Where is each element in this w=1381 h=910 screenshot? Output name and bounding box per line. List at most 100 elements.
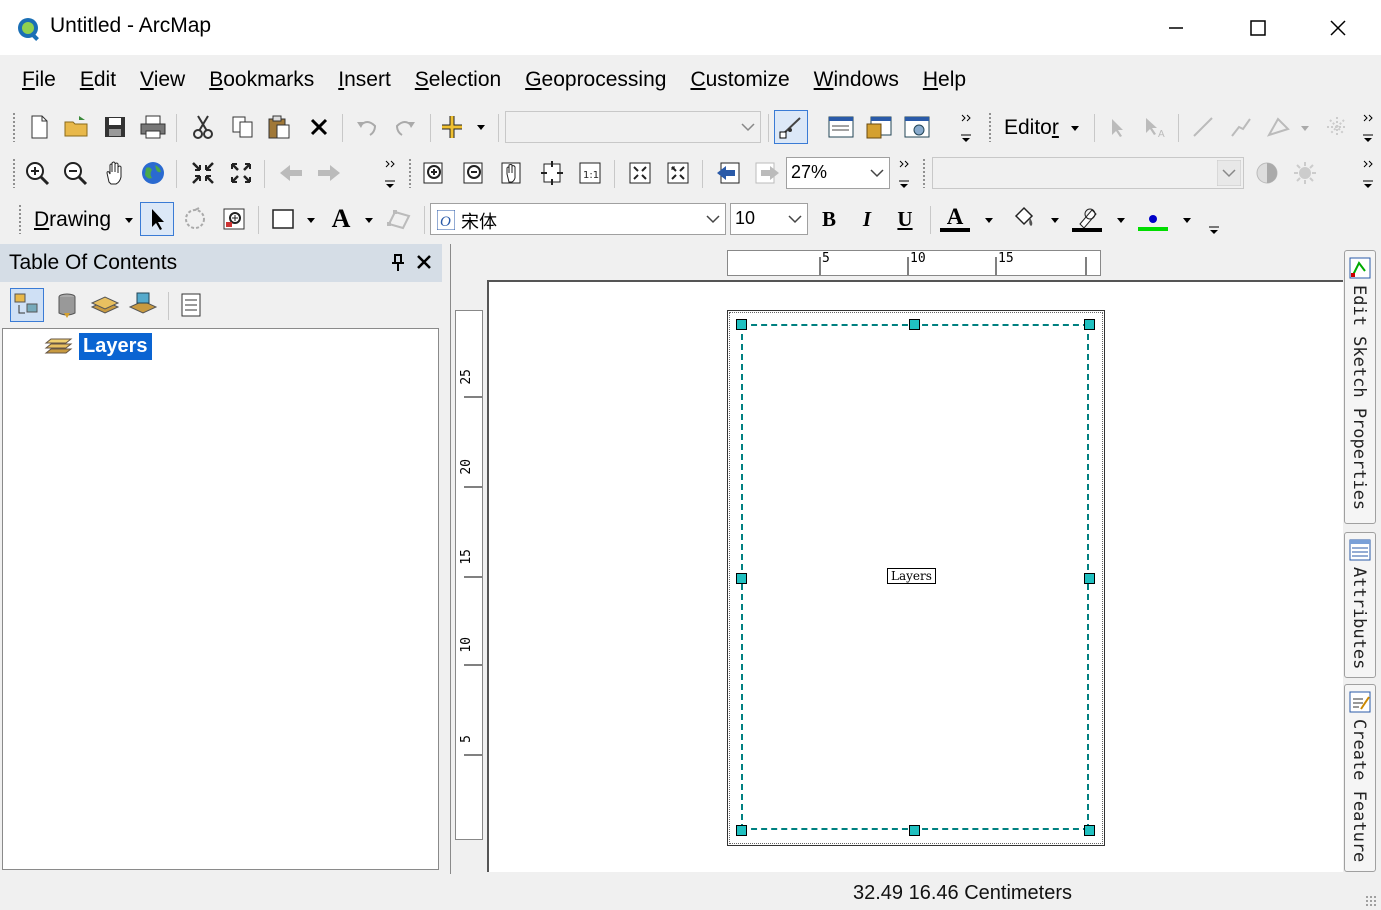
toolbar-overflow-button[interactable] <box>896 153 912 193</box>
new-document-button[interactable] <box>22 110 56 144</box>
close-icon[interactable] <box>416 254 432 270</box>
toolbar-grip[interactable] <box>12 158 16 188</box>
list-by-drawing-order-tab[interactable] <box>10 288 44 322</box>
zoom-100-percent-button[interactable]: 1:1 <box>574 156 608 190</box>
maximize-button[interactable] <box>1230 10 1286 46</box>
toolbar-overflow-button[interactable] <box>382 153 398 193</box>
menu-geoprocessing[interactable]: Geoprocessing <box>513 68 678 92</box>
toolbar-grip[interactable] <box>408 158 412 188</box>
attributes-tab[interactable]: Attributes <box>1344 532 1376 678</box>
delete-button[interactable] <box>302 110 336 144</box>
toolbar-overflow-button[interactable] <box>1360 153 1376 193</box>
line-color-button[interactable] <box>1070 202 1104 236</box>
back-extent-button[interactable] <box>274 156 308 190</box>
fixed-zoom-in-layout-button[interactable] <box>624 156 658 190</box>
edit-vertices-button[interactable] <box>382 202 416 236</box>
trace-button[interactable] <box>1224 110 1258 144</box>
fixed-zoom-in-button[interactable] <box>186 156 220 190</box>
brightness-button[interactable] <box>1288 156 1322 190</box>
pin-icon[interactable] <box>390 253 406 273</box>
menu-insert[interactable]: Insert <box>326 68 403 92</box>
resize-handle[interactable] <box>736 319 747 330</box>
chevron-down-icon[interactable] <box>476 124 486 132</box>
new-rectangle-button[interactable] <box>266 202 300 236</box>
list-by-selection-tab[interactable] <box>126 288 160 322</box>
straight-segment-button[interactable] <box>1186 110 1220 144</box>
layer-combo[interactable] <box>932 157 1244 189</box>
minimize-button[interactable] <box>1148 10 1204 46</box>
toolbar-overflow-button[interactable] <box>958 107 974 147</box>
catalog-window-button[interactable] <box>862 110 896 144</box>
toc-options-button[interactable] <box>174 288 208 322</box>
font-size-combo[interactable]: 10 <box>730 203 808 235</box>
layout-zoom-in-button[interactable] <box>418 156 452 190</box>
fixed-zoom-out-layout-button[interactable] <box>662 156 696 190</box>
drawing-menu[interactable]: Drawing <box>34 208 111 232</box>
open-button[interactable] <box>60 110 94 144</box>
layout-page-canvas[interactable]: Layers <box>487 280 1343 872</box>
menu-edit[interactable]: Edit <box>68 68 128 92</box>
editor-menu[interactable]: Editor <box>1004 116 1059 140</box>
resize-handle[interactable] <box>736 825 747 836</box>
data-frame-layers[interactable]: Layers <box>79 333 152 360</box>
list-by-source-tab[interactable] <box>50 288 84 322</box>
new-text-button[interactable]: A <box>324 202 358 236</box>
zoom-to-selected-button[interactable] <box>218 202 252 236</box>
add-data-button[interactable] <box>438 110 472 144</box>
resize-handle[interactable] <box>909 319 920 330</box>
marker-color-button[interactable] <box>1136 202 1170 236</box>
save-button[interactable] <box>98 110 132 144</box>
table-of-contents-button[interactable] <box>824 110 858 144</box>
menu-windows[interactable]: Windows <box>802 68 911 92</box>
toolbar-grip[interactable] <box>12 112 16 142</box>
resize-handle[interactable] <box>1084 319 1095 330</box>
resize-handle[interactable] <box>736 573 747 584</box>
menu-view[interactable]: View <box>128 68 197 92</box>
underline-button[interactable]: U <box>888 202 922 236</box>
list-by-visibility-tab[interactable] <box>88 288 122 322</box>
font-color-button[interactable]: A <box>938 202 972 236</box>
resize-handle[interactable] <box>1084 573 1095 584</box>
redo-button[interactable] <box>388 110 422 144</box>
resize-grip[interactable] <box>1365 895 1377 907</box>
contrast-button[interactable] <box>1250 156 1284 190</box>
toolbar-grip[interactable] <box>922 158 926 188</box>
print-button[interactable] <box>136 110 170 144</box>
bold-button[interactable]: B <box>812 202 846 236</box>
construction-tools-button[interactable] <box>1262 110 1296 144</box>
map-scale-combo[interactable] <box>505 111 761 143</box>
resize-handle[interactable] <box>909 825 920 836</box>
layout-view[interactable]: 5 10 15 25 20 15 10 5 Layers <box>450 244 1343 874</box>
cut-button[interactable] <box>186 110 220 144</box>
resize-handle[interactable] <box>1084 825 1095 836</box>
layout-pan-button[interactable] <box>496 156 530 190</box>
zoom-out-button[interactable] <box>58 156 92 190</box>
zoom-whole-page-button[interactable] <box>536 156 570 190</box>
toolbar-grip[interactable] <box>18 204 22 234</box>
toolbar-grip[interactable] <box>988 112 992 142</box>
menu-customize[interactable]: Customize <box>678 68 801 92</box>
toolbar-overflow-button[interactable] <box>1360 107 1376 147</box>
full-extent-button[interactable] <box>136 156 170 190</box>
menu-help[interactable]: Help <box>911 68 978 92</box>
vertex-tool-button[interactable] <box>1320 110 1354 144</box>
menu-bookmarks[interactable]: Bookmarks <box>197 68 326 92</box>
fill-color-button[interactable] <box>1006 202 1040 236</box>
edit-sketch-properties-tab[interactable]: Edit Sketch Properties <box>1344 250 1376 524</box>
undo-button[interactable] <box>350 110 384 144</box>
search-window-button[interactable] <box>900 110 934 144</box>
rotate-button[interactable] <box>178 202 212 236</box>
select-elements-button[interactable] <box>140 202 174 236</box>
copy-button[interactable] <box>226 110 260 144</box>
paste-button[interactable] <box>262 110 296 144</box>
menu-file[interactable]: File <box>10 68 68 92</box>
forward-extent-button[interactable] <box>312 156 346 190</box>
menu-selection[interactable]: Selection <box>403 68 513 92</box>
previous-page-extent-button[interactable] <box>712 156 746 190</box>
editor-toolbar-button[interactable] <box>774 110 808 144</box>
close-window-button[interactable] <box>1310 10 1366 46</box>
italic-button[interactable]: I <box>850 202 884 236</box>
edit-annotation-button[interactable]: A <box>1138 110 1172 144</box>
pan-button[interactable] <box>98 156 132 190</box>
font-name-combo[interactable]: O 宋体 <box>430 203 726 235</box>
